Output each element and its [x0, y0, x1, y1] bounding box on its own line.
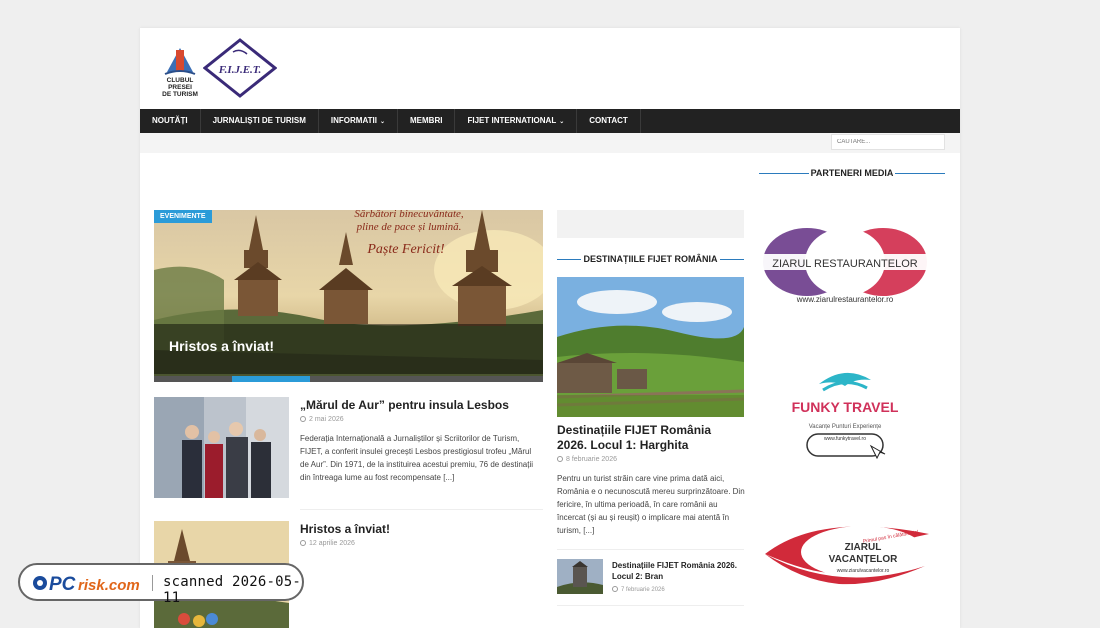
post-divider: [557, 605, 744, 606]
svg-text:VACANȚELOR: VACANȚELOR: [829, 554, 898, 565]
post-date: 2 mai 2026: [300, 416, 344, 423]
svg-text:risk.com: risk.com: [78, 577, 140, 594]
post-date-text: 8 februarie 2026: [566, 456, 617, 463]
svg-text:Sărbători binecuvântate,: Sărbători binecuvântate,: [354, 210, 464, 220]
fijet-logo[interactable]: F.I.J.E.T.: [203, 38, 277, 98]
slider-dot[interactable]: [310, 376, 388, 382]
post-date-text: 12 aprilie 2026: [309, 540, 355, 547]
slider-dot[interactable]: [154, 376, 232, 382]
ad-funky-travel[interactable]: FUNKY TRAVEL Vacanțe Punturi Experiențe …: [759, 350, 931, 470]
section-heading-text: DESTINAȚIILE FIJET ROMÂNIA: [583, 254, 718, 264]
section-heading: DESTINAȚIILE FIJET ROMÂNIA: [557, 254, 744, 264]
svg-text:ZIARUL RESTAURANTELOR: ZIARUL RESTAURANTELOR: [772, 258, 918, 270]
pcrisk-logo: PC risk.com: [33, 574, 140, 595]
clock-icon: [557, 456, 563, 462]
nav-item-noutati[interactable]: NOUTĂȚI: [140, 109, 201, 133]
nav-item-contact[interactable]: CONTACT: [577, 109, 641, 133]
slider-dot[interactable]: [465, 376, 543, 382]
small-post-thumbnail[interactable]: [557, 559, 603, 594]
post-date-text: 2 mai 2026: [309, 416, 344, 423]
slider-dot[interactable]: [387, 376, 465, 382]
nav-item-informatii[interactable]: INFORMATII ⌄: [319, 109, 399, 133]
heading-line: [895, 173, 945, 174]
slider-pagination: [154, 376, 543, 382]
main-nav: NOUTĂȚI JURNALIȘTI DE TURISM INFORMATII ⌄…: [140, 109, 960, 133]
post-divider: [557, 549, 744, 550]
site-header: CLUBUL PRESEI DE TURISM F.I.J.E.T.: [140, 28, 960, 109]
svg-text:pline de pace și lumină.: pline de pace și lumină.: [356, 221, 462, 233]
small-post-title[interactable]: Destinațiile FIJET România 2026. Locul 2…: [612, 560, 744, 582]
nav-label: INFORMATII: [330, 116, 377, 125]
nav-label: NOUTĂȚI: [152, 116, 188, 125]
castle-image: [557, 559, 603, 594]
heading-line: [720, 259, 744, 260]
ad-ziarul-vacantelor[interactable]: Primul pas în călătoria ta! ZIARUL VACAN…: [759, 504, 931, 614]
svg-text:F.I.J.E.T.: F.I.J.E.T.: [218, 64, 262, 76]
featured-destination-image[interactable]: [557, 277, 744, 417]
post-title[interactable]: Hristos a înviat!: [300, 522, 390, 536]
watermark-separator: [152, 575, 153, 591]
svg-text:PC: PC: [49, 574, 76, 595]
small-post-date: 7 februarie 2026: [612, 586, 665, 593]
nav-item-jurnalisti[interactable]: JURNALIȘTI DE TURISM: [201, 109, 319, 133]
featured-destination-excerpt: Pentru un turist străin care vine prima …: [557, 474, 745, 535]
sidebar-heading: PARTENERI MEDIA: [759, 168, 945, 178]
post-excerpt: Federația Internațională a Jurnaliștilor…: [300, 434, 534, 482]
nav-label: MEMBRI: [410, 116, 443, 125]
clock-icon: [612, 586, 618, 592]
search-input[interactable]: [831, 134, 945, 150]
ad-ziarul-restaurantelor[interactable]: ZIARUL RESTAURANTELOR www.ziarulrestaura…: [759, 194, 931, 334]
nav-item-fijet-international[interactable]: FIJET INTERNATIONAL ⌄: [455, 109, 578, 133]
category-badge[interactable]: EVENIMENTE: [154, 210, 212, 223]
svg-text:ZIARUL: ZIARUL: [845, 542, 882, 553]
landscape-image: [557, 277, 744, 417]
ad-placeholder: [557, 210, 744, 238]
chevron-down-icon: ⌄: [559, 119, 565, 125]
post-thumbnail[interactable]: [154, 397, 289, 498]
post-image: [154, 397, 289, 498]
scan-watermark: PC risk.com scanned 2026-05-11: [18, 563, 304, 606]
svg-text:DE TURISM: DE TURISM: [162, 91, 198, 98]
svg-text:CLUBUL: CLUBUL: [167, 77, 194, 84]
nav-label: JURNALIȘTI DE TURISM: [212, 116, 306, 125]
svg-text:www.ziarulvacantelor.ro: www.ziarulvacantelor.ro: [837, 568, 890, 574]
post-title[interactable]: „Mărul de Aur” pentru insula Lesbos: [300, 398, 509, 412]
svg-text:www.funkytravel.ro: www.funkytravel.ro: [824, 436, 866, 442]
nav-label: FIJET INTERNATIONAL: [467, 116, 557, 125]
ziarul-restaurantelor-logo: ZIARUL RESTAURANTELOR www.ziarulrestaura…: [763, 228, 927, 304]
svg-text:Vacanțe Punturi Experiențe: Vacanțe Punturi Experiențe: [809, 424, 882, 430]
ziarul-vacantelor-logo: Primul pas în călătoria ta! ZIARUL VACAN…: [765, 526, 929, 585]
page-container: CLUBUL PRESEI DE TURISM F.I.J.E.T. NOUTĂ…: [140, 28, 960, 628]
featured-destination-title[interactable]: Destinațiile FIJET România 2026. Locul 1…: [557, 423, 744, 453]
nav-item-membri[interactable]: MEMBRI: [398, 109, 456, 133]
post-divider: [300, 509, 543, 510]
club-presei-logo[interactable]: CLUBUL PRESEI DE TURISM: [159, 42, 201, 98]
post-date-text: 7 februarie 2026: [621, 587, 665, 593]
nav-label: CONTACT: [589, 116, 628, 125]
slider-dot-active[interactable]: [231, 376, 310, 382]
svg-text:www.ziarulrestaurantelor.ro: www.ziarulrestaurantelor.ro: [796, 295, 894, 304]
funky-travel-logo: FUNKY TRAVEL Vacanțe Punturi Experiențe …: [792, 372, 899, 460]
svg-text:FUNKY TRAVEL: FUNKY TRAVEL: [792, 399, 899, 415]
clock-icon: [300, 416, 306, 422]
slide-title[interactable]: Hristos a înviat!: [169, 338, 274, 354]
post-date: 12 aprilie 2026: [300, 540, 355, 547]
featured-destination-date: 8 februarie 2026: [557, 456, 617, 463]
svg-text:Paște Fericit!: Paște Fericit!: [366, 242, 445, 257]
clock-icon: [300, 540, 306, 546]
svg-text:PRESEI: PRESEI: [168, 84, 192, 91]
chevron-down-icon: ⌄: [379, 119, 386, 125]
watermark-text: scanned 2026-05-11: [163, 574, 302, 606]
